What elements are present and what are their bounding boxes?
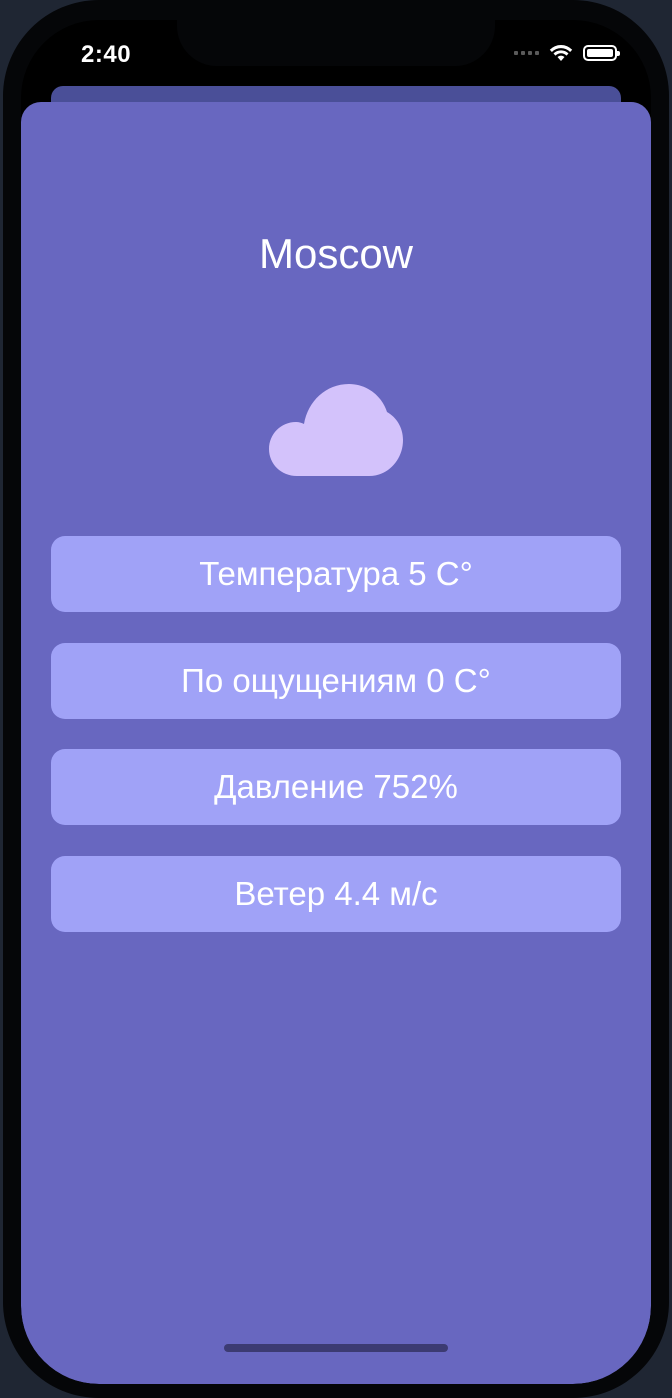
city-title: Moscow <box>258 230 414 277</box>
home-indicator[interactable] <box>224 1344 448 1352</box>
notch <box>177 20 495 66</box>
phone-screen: 2:40 Moscow Температура 5 C° По ощущения <box>21 20 651 1384</box>
status-icons <box>514 44 620 62</box>
pressure-row: Давление 752% <box>51 749 621 825</box>
temperature-row: Температура 5 C° <box>51 536 621 612</box>
feels-like-row: По ощущениям 0 C° <box>51 643 621 719</box>
device-frame: 2:40 Moscow Температура 5 C° По ощущения <box>0 0 672 1398</box>
cloud-icon <box>269 384 403 476</box>
status-time: 2:40 <box>81 41 132 68</box>
wifi-icon <box>549 44 573 62</box>
weather-sheet[interactable]: Moscow Температура 5 C° По ощущениям 0 C… <box>21 102 651 1384</box>
cellular-signal-icon <box>514 51 539 55</box>
wind-row: Ветер 4.4 м/с <box>51 856 621 932</box>
battery-icon <box>583 45 620 61</box>
